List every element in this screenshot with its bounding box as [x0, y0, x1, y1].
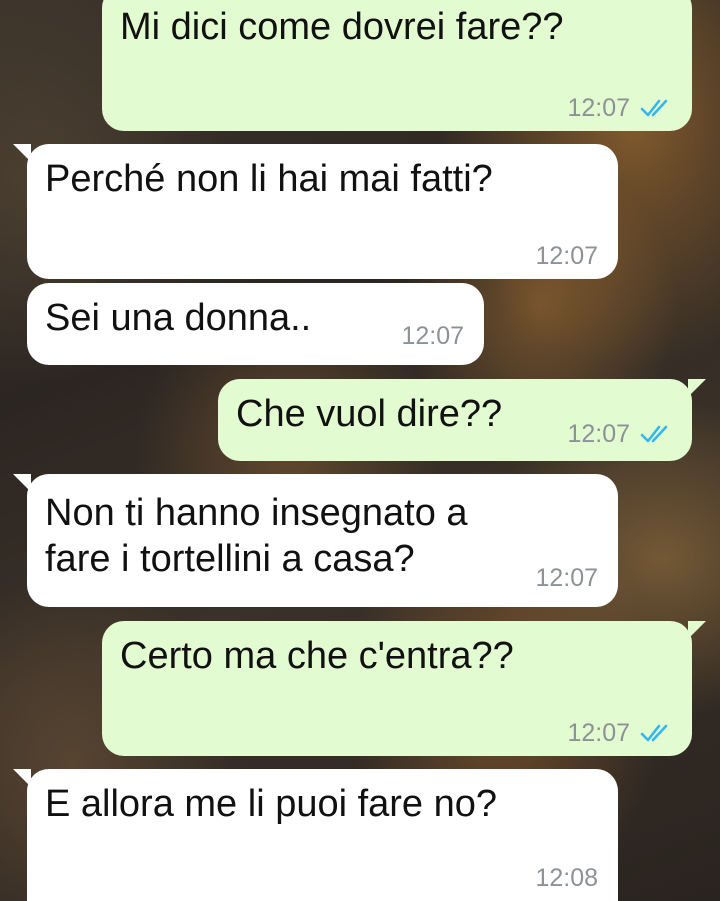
chat-area: Mi dici come dovrei fare?? 12:07 Perché … — [0, 0, 720, 901]
message-time: 12:07 — [567, 719, 630, 747]
bubble-tail — [688, 379, 706, 397]
message-text-line: Non ti hanno insegnato a — [45, 492, 468, 534]
bubble-tail — [13, 474, 31, 492]
double-check-icon — [640, 99, 668, 117]
bubble-tail — [688, 621, 706, 639]
message-outgoing[interactable]: Mi dici come dovrei fare?? 12:07 — [102, 0, 692, 131]
message-meta: 12:08 — [535, 863, 598, 893]
double-check-icon — [640, 425, 668, 443]
message-incoming[interactable]: Perché non li hai mai fatti? 12:07 — [13, 144, 618, 279]
message-time: 12:07 — [401, 322, 464, 350]
message-meta: 12:07 — [401, 321, 464, 351]
message-outgoing[interactable]: Che vuol dire?? 12:07 — [218, 379, 706, 461]
message-time: 12:07 — [535, 242, 598, 270]
double-check-icon — [640, 724, 668, 742]
message-incoming[interactable]: Sei una donna.. 12:07 — [27, 283, 484, 365]
message-meta: 12:07 — [567, 419, 672, 449]
message-text: E allora me li puoi fare no? — [45, 783, 498, 825]
bubble-tail — [13, 144, 31, 162]
message-incoming[interactable]: Non ti hanno insegnato a fare i tortelli… — [13, 474, 618, 607]
bubble-tail — [13, 769, 31, 787]
message-incoming[interactable]: E allora me li puoi fare no? 12:08 — [13, 769, 618, 901]
message-time: 12:07 — [567, 420, 630, 448]
message-text-line: fare i tortellini a casa? — [45, 538, 415, 580]
message-text: Certo ma che c'entra?? — [120, 635, 514, 677]
message-meta: 12:07 — [567, 718, 672, 748]
message-meta: 12:07 — [567, 93, 672, 123]
message-time: 12:07 — [535, 564, 598, 592]
message-time: 12:07 — [567, 94, 630, 122]
message-text: Mi dici come dovrei fare?? — [120, 6, 564, 48]
message-meta: 12:07 — [535, 563, 598, 593]
message-text: Perché non li hai mai fatti? — [45, 158, 493, 200]
message-meta: 12:07 — [535, 241, 598, 271]
message-outgoing[interactable]: Certo ma che c'entra?? 12:07 — [102, 621, 706, 756]
message-time: 12:08 — [535, 864, 598, 892]
